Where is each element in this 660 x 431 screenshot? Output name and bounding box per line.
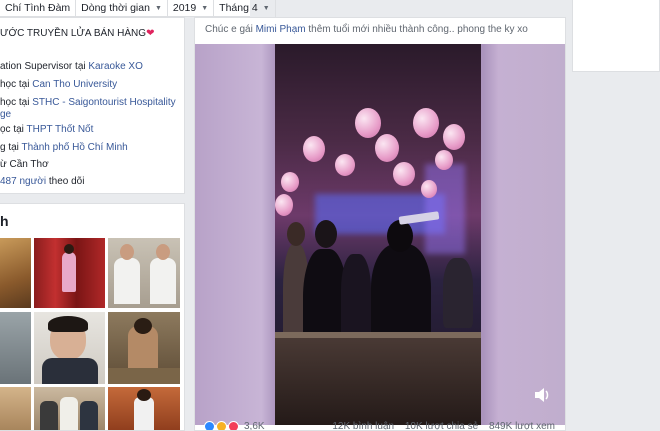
reactions-count: 3,6K (244, 421, 265, 431)
balloon (421, 180, 437, 198)
hometown-text: ừ Cần Thơ (0, 159, 49, 170)
edu2-place-link[interactable]: STHC - Saigontourist Hospitality (32, 97, 175, 108)
bar-counter (275, 334, 481, 425)
person (341, 254, 371, 344)
photo-thumbnail[interactable] (0, 238, 31, 308)
caret-down-icon: ▼ (154, 4, 162, 12)
caret-down-icon: ▼ (201, 4, 209, 12)
followers-link[interactable]: 487 người (0, 176, 46, 187)
photos-title[interactable]: h (0, 213, 9, 229)
photo-thumbnail[interactable] (34, 238, 105, 308)
profile-name-tab[interactable]: Chí Tình Đàm (0, 0, 77, 17)
school-prefix: ọc tại (0, 124, 24, 135)
views-count: 849K lượt xem (488, 421, 555, 431)
balloon (335, 154, 355, 176)
intro-city: g tại Thành phố Hồ Chí Minh (0, 142, 128, 153)
intro-work: ation Supervisor tại Karaoke XO (0, 61, 143, 72)
intro-followers: 487 người theo dõi (0, 176, 84, 187)
haha-reaction-icon (216, 421, 227, 430)
balloon (375, 134, 399, 162)
like-reaction-icon (204, 421, 215, 430)
post-card: Chúc e gái Mimi Phạm thêm tuổi mới nhiều… (194, 17, 566, 431)
video-frame (275, 44, 481, 425)
person (443, 258, 473, 328)
love-reaction-icon (228, 421, 239, 430)
balloon (303, 136, 325, 162)
reactions-summary[interactable]: 3,6K (204, 421, 265, 431)
profile-name: Chí Tình Đàm (5, 2, 71, 14)
balloon (355, 108, 381, 138)
person-head (315, 220, 337, 248)
intro-education-2: học tại STHC - Saigontourist Hospitality (0, 97, 176, 108)
work-prefix: ation Supervisor tại (0, 61, 86, 72)
balloon (275, 194, 293, 216)
balloon (413, 108, 439, 138)
followers-label: người (19, 176, 47, 187)
school-place-link[interactable]: THPT Thốt Nốt (27, 124, 94, 135)
bar-counter-edge (275, 332, 481, 338)
stage-light (425, 164, 465, 254)
shares-count[interactable]: 10K lượt chia sẻ (405, 421, 478, 430)
photo-thumbnail[interactable] (108, 387, 180, 430)
year-dropdown[interactable]: 2019 ▼ (168, 0, 215, 17)
photo-thumbnail[interactable] (34, 387, 105, 430)
intro-card: ƯỚC TRUYỀN LỬA BÁN HÀNG❤ ation Superviso… (0, 17, 185, 194)
comments-count[interactable]: 12K bình luận (332, 421, 394, 430)
work-place-link[interactable]: Karaoke XO (88, 61, 142, 72)
photo-thumbnail[interactable] (108, 238, 180, 308)
post-stats: 12K bình luận 10K lượt chia sẻ 849K lượt… (324, 421, 555, 431)
caption-prefix: Chúc e gái (205, 24, 253, 35)
caret-down-icon: ▼ (262, 4, 270, 12)
timeline-label: Dòng thời gian (81, 2, 150, 14)
tagged-person-link[interactable]: Mimi Phạm (256, 24, 306, 35)
year-label: 2019 (172, 2, 197, 14)
photo-thumbnail[interactable] (34, 312, 105, 384)
photo-thumbnail[interactable] (0, 312, 31, 384)
timeline-dropdown[interactable]: Dòng thời gian ▼ (76, 0, 168, 17)
timeline-filter-bar: Chí Tình Đàm Dòng thời gian ▼ 2019 ▼ Thá… (0, 0, 276, 17)
photo-thumbnail[interactable] (108, 312, 180, 384)
edu1-place-link[interactable]: Can Tho University (32, 79, 117, 90)
edu1-prefix: học tại (0, 79, 30, 90)
job-title-text: ƯỚC TRUYỀN LỬA BÁN HÀNG (0, 28, 147, 39)
city-prefix: g tại (0, 142, 19, 153)
caption-suffix: thêm tuổi mới nhiều thành công.. phong t… (308, 24, 528, 35)
balloon (281, 172, 299, 192)
person-head (387, 220, 413, 252)
right-card (572, 0, 660, 72)
intro-hometown: ừ Cần Thơ (0, 159, 49, 170)
balloon (435, 150, 453, 170)
person-head (287, 222, 305, 246)
balloon (393, 162, 415, 186)
video-player[interactable] (195, 44, 565, 425)
photo-thumbnail[interactable] (0, 387, 31, 430)
photos-card: h (0, 203, 185, 431)
post-caption: Chúc e gái Mimi Phạm thêm tuổi mới nhiều… (205, 24, 528, 35)
intro-education-2-cont: ge (0, 109, 11, 120)
heart-icon: ❤ (146, 28, 155, 39)
city-place-link[interactable]: Thành phố Hồ Chí Minh (22, 142, 128, 153)
speaker-icon[interactable] (533, 387, 551, 403)
followers-count: 487 (0, 176, 17, 187)
intro-school: ọc tại THPT Thốt Nốt (0, 124, 93, 135)
balloon (443, 124, 465, 150)
edu2-place-cont-link[interactable]: ge (0, 109, 11, 120)
intro-job-title: ƯỚC TRUYỀN LỬA BÁN HÀNG❤ (0, 28, 154, 39)
followers-suffix: theo dõi (48, 176, 85, 187)
month-dropdown[interactable]: Tháng 4 ▼ (214, 0, 276, 17)
edu2-prefix: học tại (0, 97, 30, 108)
month-label: Tháng 4 (219, 2, 258, 14)
intro-education-1: học tại Can Tho University (0, 79, 117, 90)
